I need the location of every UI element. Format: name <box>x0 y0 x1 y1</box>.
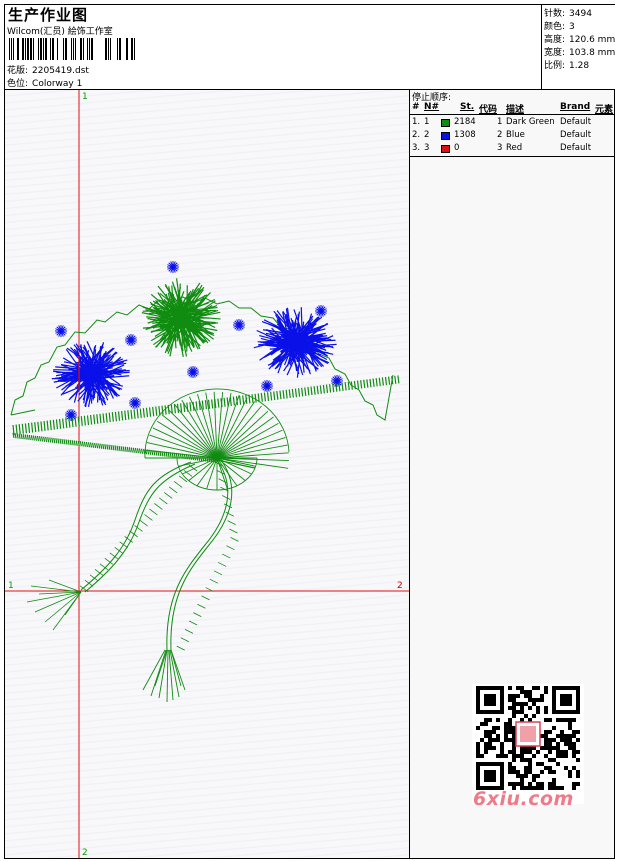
colorway-value: Colorway 1 <box>32 79 83 89</box>
barcode-image <box>9 38 135 60</box>
design-file-value: 2205419.dst <box>32 66 89 76</box>
tassel-cords <box>80 459 233 651</box>
stop-row[interactable]: 3. 3 0 3 Red Default <box>410 143 614 156</box>
color-swatch <box>441 145 450 153</box>
stop-cell-desc: Dark Green <box>506 117 555 127</box>
stop-cell-brand: Default <box>560 143 592 153</box>
stop-cell-st: 0 <box>454 143 460 153</box>
stop-table-header: # N# St. 代码 描述 Brand 元素 <box>410 102 614 115</box>
fan-ribs <box>144 388 290 491</box>
axis-label-bottom: 2 <box>82 848 88 858</box>
stop-cell-n: 3 <box>424 143 430 153</box>
colorway-line: 色位: Colorway 1 <box>7 76 82 89</box>
tassel-end-right <box>142 649 186 703</box>
stats-box: 针数: 3494 颜色: 3 高度: 120.6 mm 宽度: 103.8 mm 比例:… <box>541 5 615 89</box>
stop-cell-n: 1 <box>424 117 430 127</box>
stop-row[interactable]: 1. 1 2184 1 Dark Green Default <box>410 117 614 130</box>
stop-cell-brand: Default <box>560 117 592 127</box>
sheet-header: 生产作业图 Wilcom(汇员) 絵饰工作室 花版: 2205419.dst 色位… <box>5 5 615 90</box>
stop-cell-code: 2 <box>497 130 503 140</box>
color-swatch <box>441 119 450 127</box>
stop-cell-code: 1 <box>497 117 503 127</box>
stop-cell-num: 3. <box>412 143 421 153</box>
stop-cell-num: 2. <box>412 130 421 140</box>
embroidery-drawing <box>5 90 409 858</box>
qr-code-image <box>472 684 584 804</box>
studio-name: Wilcom(汇员) 絵饰工作室 <box>7 27 113 37</box>
stat-width: 宽度: 103.8 mm <box>544 48 616 58</box>
blue-flower-right <box>253 307 337 378</box>
colorway-label: 色位: <box>7 79 29 89</box>
blue-flower-left <box>51 341 130 408</box>
design-file-label: 花版: <box>7 66 29 76</box>
stat-colors: 颜色: 3 <box>544 22 575 32</box>
stat-height: 高度: 120.6 mm <box>544 35 616 45</box>
axis-label-top: 1 <box>82 92 88 102</box>
stop-row[interactable]: 2. 2 1308 2 Blue Default <box>410 130 614 143</box>
stat-stitches: 针数: 3494 <box>544 9 592 19</box>
stop-cell-st: 1308 <box>454 130 476 140</box>
color-swatch <box>441 132 450 140</box>
stop-cell-st: 2184 <box>454 117 476 127</box>
design-preview[interactable]: 1 2 1 2 <box>5 90 410 858</box>
stat-scale: 比例: 1.28 <box>544 61 590 71</box>
stop-cell-brand: Default <box>560 130 592 140</box>
stop-cell-desc: Red <box>506 143 523 153</box>
watermark-text: 6xiu.com <box>473 788 574 810</box>
sheet-title: 生产作业图 <box>8 6 89 24</box>
stop-cell-n: 2 <box>424 130 430 140</box>
stop-table-bottom-rule <box>410 156 614 157</box>
design-file-line: 花版: 2205419.dst <box>7 63 89 76</box>
axis-label-left: 1 <box>8 581 14 591</box>
stop-cell-num: 1. <box>412 117 421 127</box>
axis-label-right: 2 <box>397 581 403 591</box>
stop-cell-desc: Blue <box>506 130 525 140</box>
stop-cell-code: 3 <box>497 143 503 153</box>
tassel-end-left <box>26 579 82 631</box>
green-flower <box>141 278 221 358</box>
